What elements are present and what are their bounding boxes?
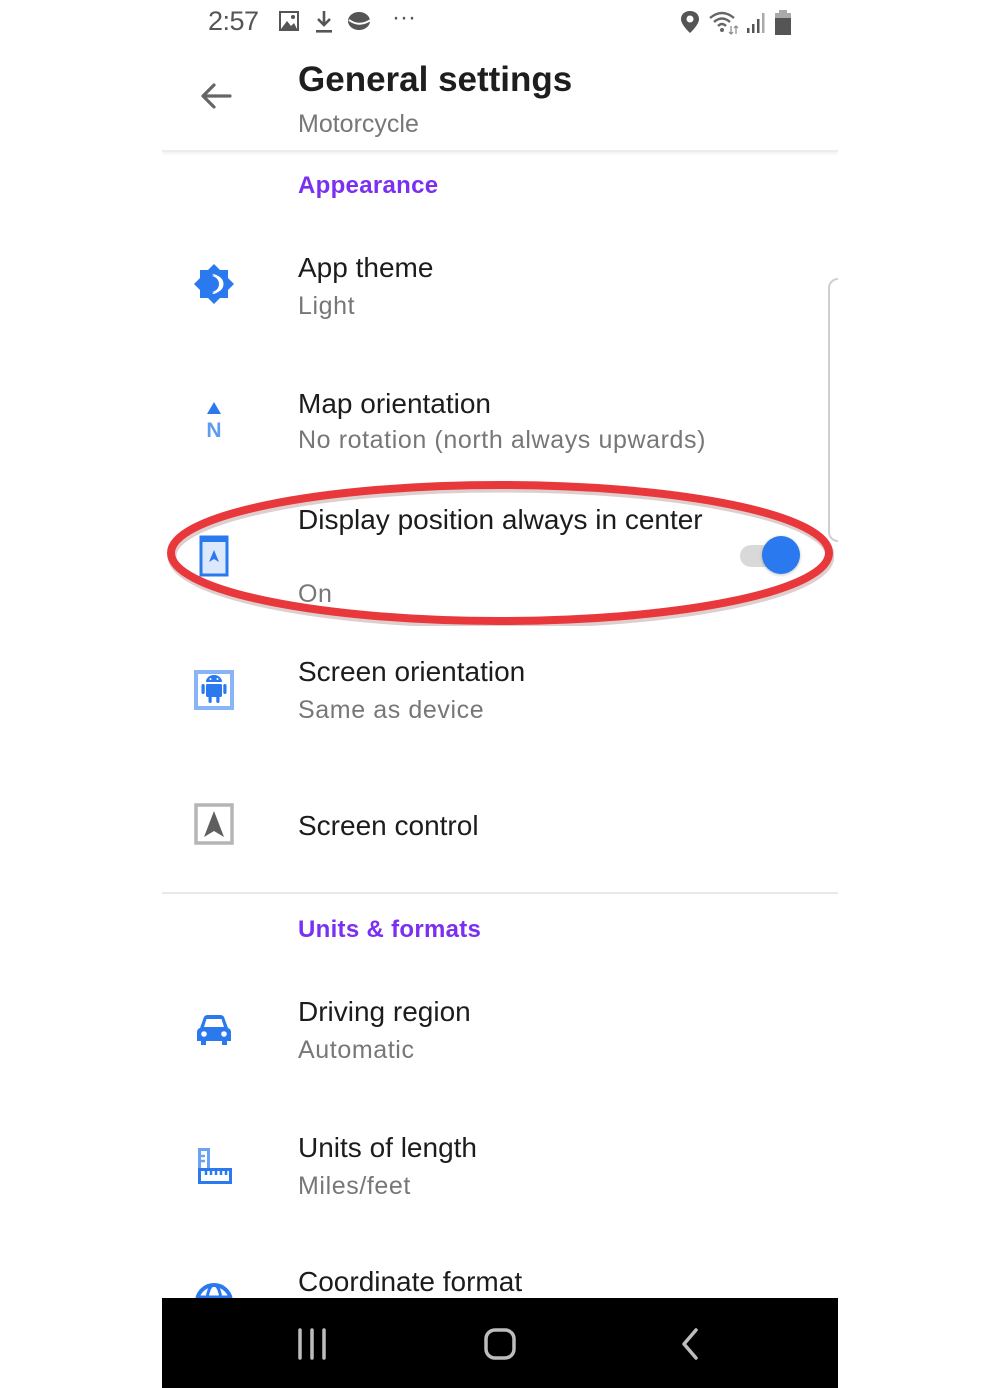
setting-display-position-center[interactable]: Display position always in center On [162,496,838,620]
setting-label: Driving region [298,996,471,1027]
setting-value: Light [298,292,356,320]
setting-app-theme[interactable]: App theme Light [162,240,838,344]
setting-units-of-length[interactable]: Units of length Miles/feet [162,1122,838,1222]
setting-value: Same as device [298,696,485,724]
arrow-back-icon[interactable] [196,76,236,116]
display-center-toggle[interactable] [740,535,800,575]
signal-icon [747,13,765,33]
setting-label: Display position always in center [298,504,703,535]
setting-driving-region[interactable]: Driving region Automatic [162,986,838,1086]
ruler-icon [198,1148,232,1184]
setting-label: Coordinate format [298,1266,523,1297]
position-center-icon [199,535,229,577]
page-title: General settings [298,60,573,99]
setting-value: On [298,580,333,608]
setting-label: Screen control [298,810,479,841]
page-subtitle: Motorcycle [298,110,419,138]
phone-screen: 2:57 ··· General settings Motorcycle App… [162,0,838,1388]
app-notification-icon [348,12,373,30]
image-icon [279,11,299,31]
setting-coordinate-format[interactable]: Coordinate format [162,1258,838,1298]
navigation-arrow-icon [194,803,234,845]
more-dots-icon: ··· [392,4,416,31]
setting-value: No rotation (north always upwards) [298,426,707,454]
system-nav-bar [162,1298,838,1388]
status-bar: 2:57 ··· [162,0,838,46]
setting-map-orientation[interactable]: N Map orientation No rotation (north alw… [162,376,838,476]
setting-label: Screen orientation [298,656,526,687]
setting-screen-control[interactable]: Screen control [162,778,838,874]
android-screen-icon [194,670,234,710]
section-divider [162,892,838,894]
toggle-thumb [762,536,800,574]
car-icon [197,1015,231,1045]
theme-brightness-icon [194,264,234,304]
section-header-units-formats: Units & formats [298,916,482,943]
north-arrow-icon: N [206,402,222,442]
back-chevron-icon[interactable] [670,1324,710,1364]
battery-icon [775,10,791,35]
location-icon [681,11,699,33]
globe-icon [195,1283,233,1298]
home-icon[interactable] [480,1324,520,1364]
setting-label: App theme [298,252,434,283]
wifi-icon [709,11,739,35]
scrollbar[interactable] [828,278,838,542]
setting-screen-orientation[interactable]: Screen orientation Same as device [162,646,838,746]
svg-text:N: N [206,419,221,442]
setting-label: Units of length [298,1132,477,1163]
status-time: 2:57 [208,6,259,36]
app-bar: General settings Motorcycle [162,46,838,152]
download-icon [316,11,332,33]
section-header-appearance: Appearance [298,172,439,199]
setting-value: Miles/feet [298,1172,411,1200]
setting-label: Map orientation [298,388,492,419]
setting-value: Automatic [298,1036,415,1064]
recents-icon[interactable] [292,1324,332,1364]
